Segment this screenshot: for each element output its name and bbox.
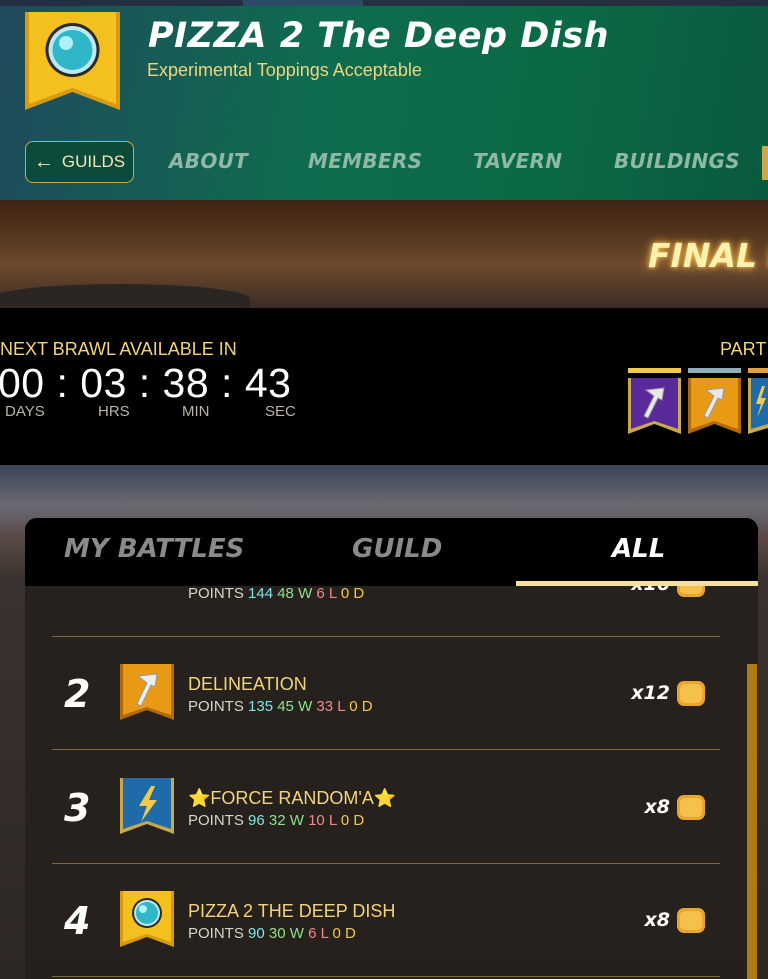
points-value: 90: [248, 925, 265, 942]
result-stats: POINTS 90 30 W 6 L 0 D: [188, 925, 356, 942]
result-orb-icon: [120, 891, 174, 947]
result-rank: 2: [64, 672, 91, 716]
points-label: POINTS: [188, 812, 244, 829]
reward-chest-icon: [677, 795, 705, 820]
active-tab-indicator: [516, 581, 758, 586]
points-label: POINTS: [188, 925, 244, 942]
brawl-timer-bar: NEXT BRAWL AVAILABLE IN 00 : 03 : 38 : 4…: [0, 308, 768, 465]
participant-marker: [628, 368, 681, 373]
result-reward: x8: [645, 792, 706, 822]
result-guild-name: ⭐FORCE RANDOM'A⭐: [188, 788, 397, 808]
brawl-results-panel: 1 POINTS 144 48 W 6 L 0 D x16 2: [25, 518, 758, 979]
participant-marker: [748, 368, 768, 373]
wins-value: 45 W: [277, 698, 313, 715]
result-reward: x12: [631, 678, 706, 708]
countdown-value: 00 : 03 : 38 : 43: [0, 360, 292, 406]
countdown-unit-min: MIN: [182, 403, 210, 420]
battle-tabs: MY BATTLES GUILD ALL: [25, 518, 758, 586]
result-stats: POINTS 135 45 W 33 L 0 D: [188, 698, 373, 715]
result-reward: x8: [645, 905, 706, 935]
points-label: POINTS: [188, 698, 244, 715]
hero-mountain: [0, 284, 250, 308]
draws-value: 0 D: [349, 698, 373, 715]
result-row[interactable]: 3 ⭐FORCE RANDOM'A⭐ POINTS 96 32 W 10 L 0…: [52, 751, 720, 864]
countdown-unit-hrs: HRS: [98, 403, 130, 420]
points-label: POINTS: [188, 585, 244, 602]
participants-label: PARTI: [720, 339, 768, 359]
result-guild-name: DELINEATION: [188, 674, 307, 694]
guild-motto: Experimental Toppings Acceptable: [147, 60, 422, 80]
reward-chest-icon: [677, 908, 705, 933]
wins-value: 48 W: [277, 585, 313, 602]
guild-header: PIZZA 2 The Deep Dish Experimental Toppi…: [0, 6, 768, 200]
result-guild-name: PIZZA 2 THE DEEP DISH: [188, 901, 396, 921]
hero-title: FINAL R: [648, 236, 768, 275]
tab-tavern[interactable]: TAVERN: [473, 149, 562, 173]
results-scrollbar[interactable]: [747, 664, 757, 979]
tab-all[interactable]: ALL: [612, 534, 665, 564]
tab-about[interactable]: ABOUT: [169, 149, 248, 173]
participant-axe-icon[interactable]: [628, 378, 681, 434]
result-lightning-icon: [120, 778, 174, 834]
points-value: 135: [248, 698, 274, 715]
tab-my-battles[interactable]: MY BATTLES: [64, 534, 244, 564]
participant-lightning-icon[interactable]: [748, 378, 768, 434]
participant-axe-icon[interactable]: [688, 378, 741, 434]
reward-multiplier: x8: [644, 796, 670, 818]
result-stats: POINTS 144 48 W 6 L 0 D: [188, 585, 364, 602]
guild-banner-orb-icon: [25, 12, 120, 110]
back-to-guilds-button[interactable]: ← GUILDS: [25, 141, 134, 183]
result-axe-icon: [120, 664, 174, 720]
tab-buildings[interactable]: BUILDINGS: [614, 149, 740, 173]
next-brawl-label: NEXT BRAWL AVAILABLE IN: [0, 339, 237, 359]
draws-value: 0 D: [340, 812, 365, 829]
guild-title: PIZZA 2 The Deep Dish: [148, 16, 610, 56]
participant-marker: [688, 368, 741, 373]
losses-value: 10 L: [308, 812, 337, 829]
tab-guild[interactable]: GUILD: [352, 534, 442, 564]
wins-value: 30 W: [268, 925, 304, 942]
reward-multiplier: x12: [631, 682, 670, 704]
result-row[interactable]: 2 DELINEATION POINTS 135 45 W 33 L 0 D x…: [52, 637, 720, 750]
result-rank: 4: [64, 899, 91, 943]
result-stats: POINTS 96 32 W 10 L 0 D: [188, 812, 364, 829]
losses-value: 33 L: [316, 698, 346, 715]
result-rank: 3: [64, 786, 91, 830]
brawl-hero-banner: FINAL R: [0, 200, 768, 308]
countdown-unit-sec: SEC: [265, 403, 296, 420]
back-button-label: GUILDS: [61, 152, 126, 171]
wins-value: 32 W: [268, 812, 304, 829]
countdown-unit-days: DAYS: [5, 403, 45, 420]
points-value: 96: [248, 812, 265, 829]
draws-value: 0 D: [332, 925, 356, 942]
reward-multiplier: x8: [644, 909, 670, 931]
losses-value: 6 L: [316, 585, 337, 602]
result-row[interactable]: 4 PIZZA 2 THE DEEP DISH POINTS 90 30 W 6…: [52, 864, 720, 977]
reward-chest-icon: [677, 681, 705, 706]
arrow-left-icon: ←: [33, 150, 54, 173]
draws-value: 0 D: [340, 585, 365, 602]
nav-overflow-edge: [762, 146, 768, 180]
losses-value: 6 L: [308, 925, 329, 942]
tab-members[interactable]: MEMBERS: [308, 149, 422, 173]
points-value: 144: [248, 585, 274, 602]
